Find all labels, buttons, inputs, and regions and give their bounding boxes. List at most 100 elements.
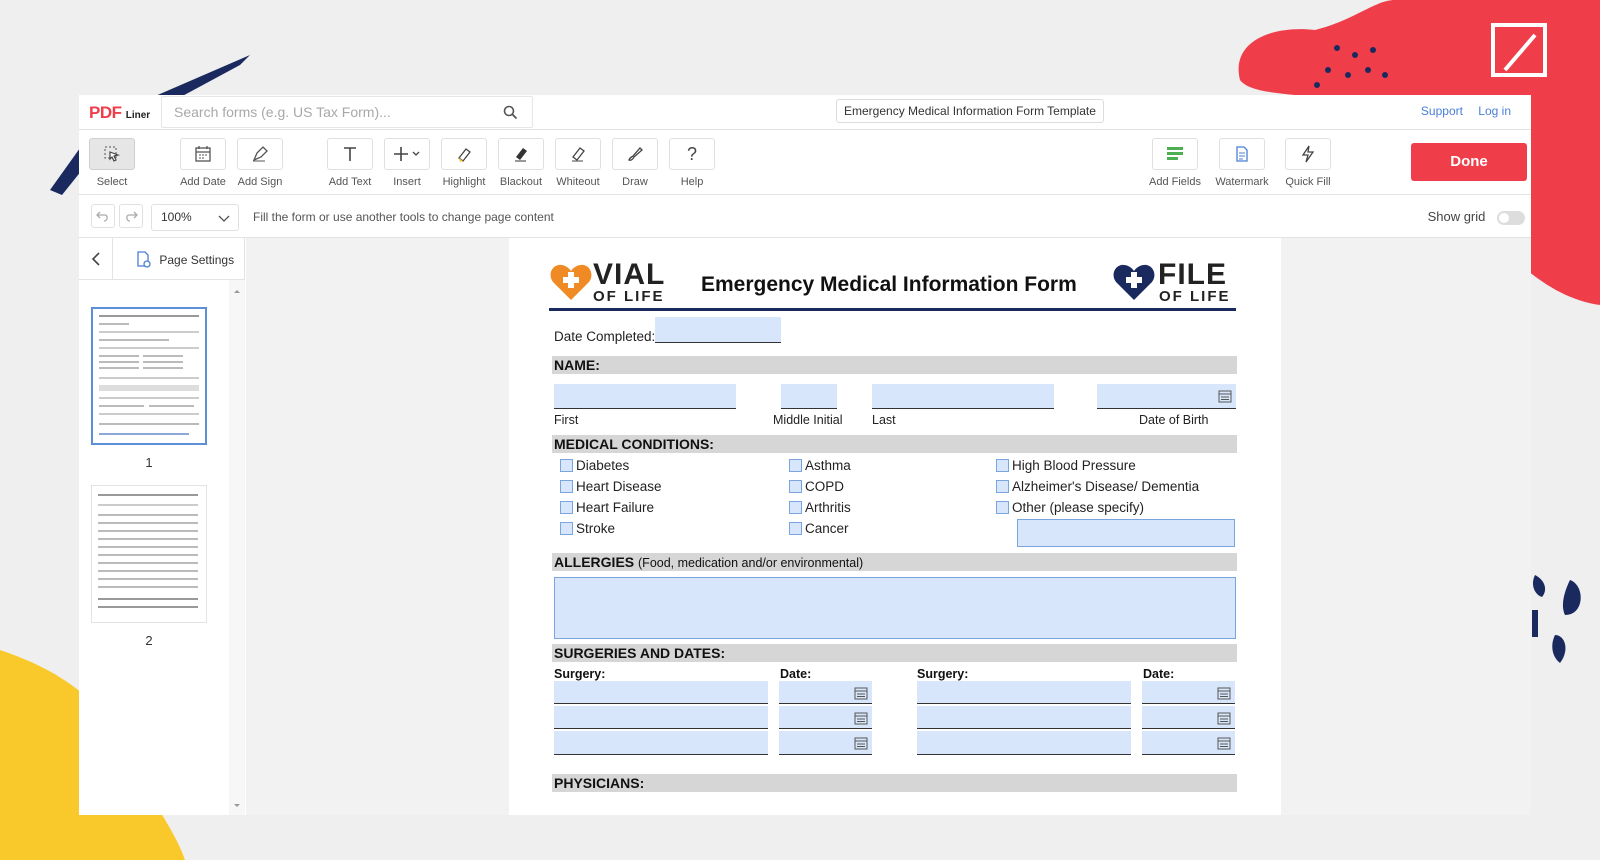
date-completed-field[interactable] — [655, 317, 781, 343]
other-condition-field[interactable] — [1017, 519, 1235, 547]
sidebar-header: Page Settings — [79, 238, 244, 280]
surgery-date-field[interactable] — [779, 706, 872, 729]
calendar-icon[interactable] — [1217, 736, 1231, 750]
surgery-date-field[interactable] — [779, 731, 872, 755]
allergies-title: ALLERGIES — [554, 554, 635, 570]
checkbox-box[interactable] — [560, 480, 573, 493]
checkbox-arthritis[interactable]: Arthritis — [789, 500, 851, 515]
checkbox-alzheimers[interactable]: Alzheimer's Disease/ Dementia — [996, 479, 1199, 494]
surgery-field[interactable] — [554, 706, 768, 729]
page-number-1: 1 — [145, 455, 153, 470]
middle-initial-label: Middle Initial — [773, 413, 843, 427]
zoom-select[interactable]: 100% — [151, 204, 239, 231]
sidebar-scrollbar[interactable] — [229, 280, 245, 815]
search-box — [161, 96, 533, 128]
file-small-text: OF LIFE — [1159, 288, 1231, 305]
blackout-tool[interactable]: Blackout — [491, 138, 551, 188]
checkbox-box[interactable] — [996, 501, 1009, 514]
add-text-label: Add Text — [328, 176, 372, 188]
add-fields-tool[interactable]: Add Fields — [1145, 138, 1205, 188]
first-name-field[interactable] — [554, 384, 736, 409]
calendar-icon[interactable] — [1217, 711, 1231, 725]
search-icon[interactable] — [503, 105, 518, 120]
question-icon: ? — [686, 143, 697, 164]
date-of-birth-field[interactable] — [1097, 384, 1236, 409]
checkbox-box[interactable] — [996, 459, 1009, 472]
last-name-field[interactable] — [872, 384, 1054, 409]
page-thumbnail-1[interactable] — [91, 307, 207, 445]
surgery-field[interactable] — [554, 681, 768, 704]
add-sign-tool[interactable]: Add Sign — [230, 138, 290, 188]
help-tool[interactable]: ? Help — [662, 138, 722, 188]
done-button[interactable]: Done — [1411, 143, 1527, 181]
hint-text: Fill the form or use another tools to ch… — [253, 210, 554, 224]
checkbox-box[interactable] — [560, 522, 573, 535]
pdfliner-logo[interactable]: PDF Liner — [89, 103, 150, 123]
search-input[interactable] — [162, 97, 482, 127]
surgery-field[interactable] — [917, 681, 1131, 704]
checkbox-box[interactable] — [789, 480, 802, 493]
surgery-field[interactable] — [554, 731, 768, 755]
checkbox-copd[interactable]: COPD — [789, 479, 844, 494]
scroll-up-icon — [234, 290, 240, 293]
redo-icon — [126, 211, 138, 222]
surgery-date-field[interactable] — [1142, 681, 1235, 704]
add-date-tool[interactable]: Add Date — [173, 138, 233, 188]
logo-pdf-text: PDF — [89, 103, 122, 122]
checkbox-heart-disease[interactable]: Heart Disease — [560, 479, 662, 494]
allergies-field[interactable] — [554, 577, 1236, 639]
collapse-sidebar-button[interactable] — [79, 238, 113, 280]
checkbox-box[interactable] — [996, 480, 1009, 493]
checkbox-label: High Blood Pressure — [1012, 458, 1136, 473]
checkbox-stroke[interactable]: Stroke — [560, 521, 615, 536]
quick-fill-tool[interactable]: Quick Fill — [1278, 138, 1338, 188]
checkbox-diabetes[interactable]: Diabetes — [560, 458, 629, 473]
toolbar: Select Add Date Add Sign Add Text Insert… — [79, 130, 1531, 195]
blackout-label: Blackout — [499, 176, 543, 188]
whiteout-tool[interactable]: Whiteout — [548, 138, 608, 188]
middle-initial-field[interactable] — [781, 384, 837, 409]
page-settings-button[interactable]: Page Settings — [135, 251, 234, 269]
checkbox-box[interactable] — [789, 459, 802, 472]
select-tool[interactable]: Select — [82, 138, 142, 188]
vial-big-text: VIAL — [593, 258, 666, 291]
document-canvas: VIAL OF LIFE Emergency Medical Informati… — [246, 238, 1531, 815]
watermark-tool[interactable]: Watermark — [1212, 138, 1272, 188]
draw-tool[interactable]: Draw — [605, 138, 665, 188]
calendar-icon[interactable] — [854, 711, 868, 725]
surgery-date-field[interactable] — [1142, 706, 1235, 729]
undo-button[interactable] — [91, 204, 115, 228]
calendar-icon[interactable] — [854, 686, 868, 700]
checkbox-box[interactable] — [560, 501, 573, 514]
redo-button[interactable] — [119, 204, 143, 228]
highlight-tool[interactable]: Highlight — [434, 138, 494, 188]
calendar-icon[interactable] — [1217, 686, 1231, 700]
checkbox-asthma[interactable]: Asthma — [789, 458, 851, 473]
show-grid-label: Show grid — [1427, 209, 1486, 224]
insert-tool[interactable]: Insert — [377, 138, 437, 188]
checkbox-label: Arthritis — [805, 500, 851, 515]
surgery-date-field[interactable] — [1142, 731, 1235, 755]
show-grid: Show grid — [1428, 209, 1525, 225]
surgery-field[interactable] — [917, 706, 1131, 729]
chevron-left-icon — [91, 252, 100, 266]
calendar-icon[interactable] — [1218, 389, 1232, 403]
calendar-icon[interactable] — [854, 736, 868, 750]
checkbox-heart-failure[interactable]: Heart Failure — [560, 500, 654, 515]
checkbox-other[interactable]: Other (please specify) — [996, 500, 1144, 515]
file-of-life-logo: FILE OF LIFE — [1112, 260, 1242, 305]
scroll-down-icon — [234, 804, 240, 807]
login-link[interactable]: Log in — [1478, 104, 1511, 118]
checkbox-high-blood-pressure[interactable]: High Blood Pressure — [996, 458, 1136, 473]
show-grid-toggle[interactable] — [1497, 210, 1525, 225]
checkbox-box[interactable] — [789, 522, 802, 535]
checkbox-box[interactable] — [560, 459, 573, 472]
cursor-icon — [104, 146, 121, 162]
add-text-tool[interactable]: Add Text — [320, 138, 380, 188]
page-thumbnail-2[interactable] — [91, 485, 207, 623]
surgery-date-field[interactable] — [779, 681, 872, 704]
support-link[interactable]: Support — [1421, 104, 1463, 118]
surgery-field[interactable] — [917, 731, 1131, 755]
checkbox-box[interactable] — [789, 501, 802, 514]
checkbox-cancer[interactable]: Cancer — [789, 521, 849, 536]
